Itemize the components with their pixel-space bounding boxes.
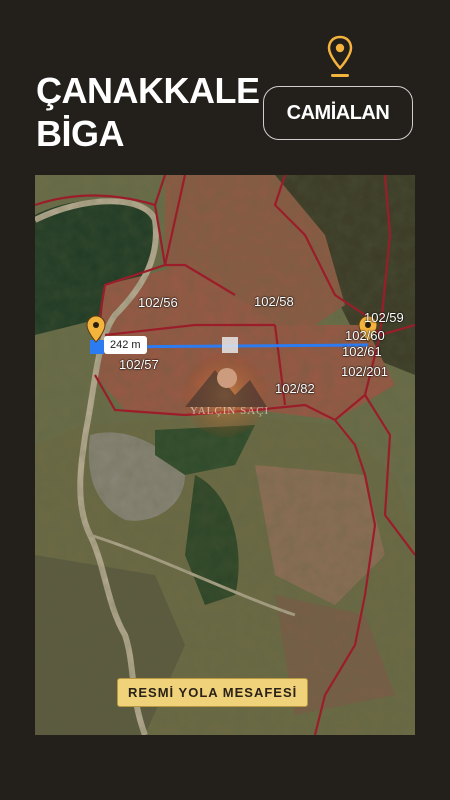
parcel-label: 102/61 — [342, 344, 382, 359]
parcel-label: 102/201 — [341, 364, 388, 379]
location-pin-icon — [327, 35, 353, 77]
parcel-label: 102/59 — [364, 310, 404, 325]
parcel-label: 102/56 — [138, 295, 178, 310]
parcel-label: 102/58 — [254, 294, 294, 309]
parcel-label: 102/60 — [345, 328, 385, 343]
satellite-map[interactable]: 102/56 102/58 102/59 102/60 102/61 102/5… — [35, 175, 415, 735]
parcel-label: 102/82 — [275, 381, 315, 396]
road-distance-caption: RESMİ YOLA MESAFESİ — [117, 678, 309, 707]
map-imagery — [35, 175, 415, 735]
watermark-text: YALÇIN SAÇI — [190, 405, 270, 417]
header: ÇANAKKALE BİGA CAMİALAN — [0, 0, 450, 175]
location-badge: CAMİALAN — [263, 86, 413, 140]
watermark-logo — [183, 353, 267, 437]
city-title: ÇANAKKALE — [36, 70, 260, 111]
distance-label: 242 m — [104, 336, 147, 354]
parcel-label: 102/57 — [119, 357, 159, 372]
district-title: BİGA — [36, 113, 125, 154]
